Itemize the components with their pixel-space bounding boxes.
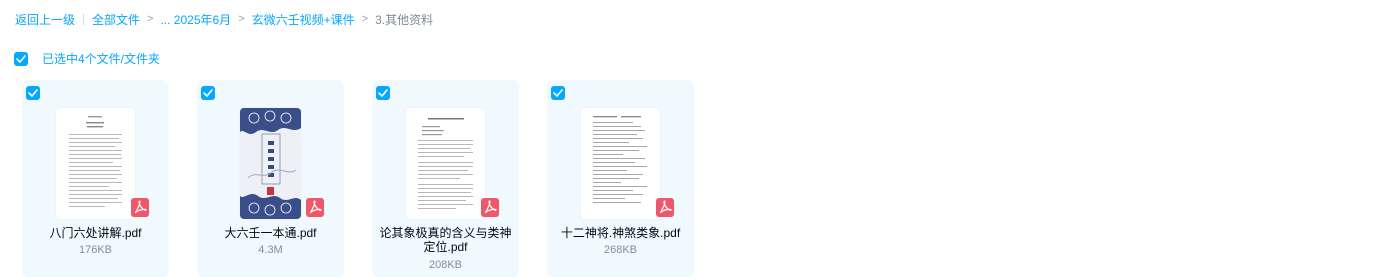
- file-name[interactable]: 大六壬一本通.pdf: [201, 226, 340, 240]
- breadcrumb-divider: [83, 13, 85, 25]
- file-size: 268KB: [603, 244, 638, 256]
- pdf-icon: [656, 198, 674, 217]
- file-card[interactable]: 八门六处讲解.pdf 176KB: [22, 80, 169, 277]
- pdf-icon: [131, 198, 149, 217]
- file-name[interactable]: 十二神将.神煞类象.pdf: [551, 226, 690, 240]
- pdf-thumbnail: [581, 108, 660, 219]
- file-card[interactable]: 十二神将.神煞类象.pdf 268KB: [547, 80, 694, 277]
- breadcrumb-course-folder[interactable]: 玄微六壬视频+课件: [252, 11, 355, 28]
- document-preview-image: [418, 118, 473, 209]
- file-size: 176KB: [78, 244, 113, 256]
- back-link[interactable]: 返回上一级: [15, 11, 75, 28]
- file-card[interactable]: 大六壬一本通.pdf 4.3M: [197, 80, 344, 277]
- pdf-thumbnail: [240, 108, 301, 219]
- file-checkbox[interactable]: [551, 86, 565, 100]
- document-preview-image: [69, 116, 122, 207]
- check-icon: [553, 89, 563, 97]
- breadcrumb-arrow-icon: >: [147, 13, 154, 25]
- selection-bar: 已选中4个文件/文件夹: [14, 50, 160, 67]
- check-icon: [28, 89, 38, 97]
- pdf-icon: [306, 198, 324, 217]
- selection-count: 已选中4个文件/文件夹: [42, 52, 161, 66]
- file-grid: 八门六处讲解.pdf 176KB 大六壬一本通.pdf 4.3M 论其象极真的含…: [22, 80, 722, 277]
- file-size: 208KB: [428, 259, 463, 271]
- document-preview-image: [593, 116, 647, 203]
- breadcrumb: 返回上一级 全部文件 > ... 2025年6月 > 玄微六壬视频+课件 > 3…: [15, 11, 433, 27]
- pdf-thumbnail: [406, 108, 485, 219]
- check-icon: [378, 89, 388, 97]
- book-cover-image: [240, 108, 301, 219]
- breadcrumb-all-files[interactable]: 全部文件: [92, 11, 140, 28]
- file-size: 4.3M: [258, 244, 283, 256]
- select-all-checkbox[interactable]: [14, 51, 28, 66]
- pdf-icon: [481, 198, 499, 217]
- file-checkbox[interactable]: [26, 86, 40, 100]
- pdf-thumbnail: [56, 108, 135, 219]
- breadcrumb-arrow-icon: >: [238, 13, 245, 25]
- breadcrumb-current-folder: 3.其他资料: [375, 12, 434, 27]
- breadcrumb-2025-06[interactable]: ... 2025年6月: [160, 11, 231, 28]
- file-checkbox[interactable]: [376, 86, 390, 100]
- file-checkbox[interactable]: [201, 86, 215, 100]
- breadcrumb-arrow-icon: >: [361, 13, 369, 25]
- check-icon: [16, 54, 26, 63]
- check-icon: [203, 89, 213, 97]
- file-name[interactable]: 论其象极真的含义与类神定位.pdf: [376, 226, 515, 254]
- file-card[interactable]: 论其象极真的含义与类神定位.pdf 208KB: [372, 80, 519, 277]
- file-name[interactable]: 八门六处讲解.pdf: [26, 226, 165, 240]
